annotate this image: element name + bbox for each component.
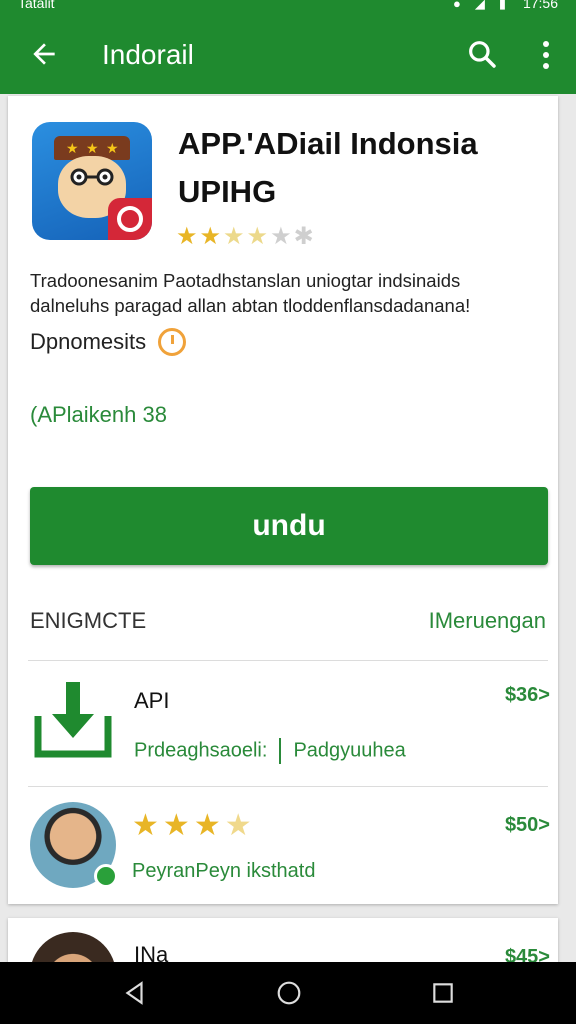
star-icon: ★ bbox=[193, 809, 221, 842]
star-icon: ★ bbox=[224, 809, 252, 842]
wifi-icon: ● bbox=[452, 0, 461, 11]
install-button[interactable]: undu bbox=[30, 487, 548, 565]
list-item-price[interactable]: $50> bbox=[505, 814, 550, 837]
star-icon: ★ bbox=[162, 809, 190, 842]
star-graphic: ★ bbox=[66, 140, 79, 156]
status-bar: Tatalit ● ◢ ▮ 17:56 bbox=[0, 0, 576, 14]
rating-stars: ★ ★ ★ ★ ★ ✱ bbox=[176, 222, 314, 251]
star-icon: ★ bbox=[223, 223, 245, 250]
list-item-subtitle[interactable]: PeyranPeyn iksthatd bbox=[132, 860, 315, 883]
app-bar-title: Indorail bbox=[102, 39, 194, 70]
clock-icon bbox=[158, 328, 187, 356]
star-graphic: ★ bbox=[106, 140, 119, 156]
star-icon: ★ bbox=[270, 223, 292, 250]
star-icon: ★ bbox=[132, 809, 159, 842]
app-icon: ★ ★ ★ bbox=[32, 122, 152, 240]
signal-icon: ◢ bbox=[474, 0, 485, 11]
developer-row[interactable]: Dpnomesits bbox=[30, 328, 187, 356]
status-time: 17:56 bbox=[522, 0, 558, 11]
star-icon: ★ bbox=[246, 223, 269, 250]
verified-badge-icon bbox=[94, 864, 118, 888]
download-icon bbox=[34, 682, 112, 758]
list-item-sub-b: Padgyuuhea bbox=[293, 739, 406, 762]
status-icons: ● ◢ ▮ bbox=[453, 0, 506, 12]
developer-name: Dpnomesits bbox=[30, 329, 147, 354]
more-vert-icon[interactable] bbox=[540, 40, 552, 70]
divider bbox=[28, 786, 548, 787]
divider bbox=[28, 660, 548, 661]
app-meta: (APlaikenh 38 bbox=[30, 402, 167, 427]
back-triangle-icon[interactable] bbox=[122, 980, 148, 1006]
search-icon[interactable] bbox=[466, 38, 498, 70]
app-details-card: ★ ★ ★ APP.'ADiail Indonsia UPIHG ★ ★ ★ ★… bbox=[8, 96, 558, 904]
recents-square-icon[interactable] bbox=[430, 980, 456, 1006]
home-circle-icon[interactable] bbox=[276, 980, 302, 1006]
app-description: Tradoonesanim Paotadhstanslan uniogtar i… bbox=[30, 270, 471, 316]
battery-icon: ▮ bbox=[498, 0, 506, 11]
list-item-sub-a: Prdeaghsaoeli: bbox=[134, 739, 268, 762]
status-left-text: Tatalit bbox=[18, 0, 55, 11]
app-name: APP.'ADiail Indonsia UPIHG bbox=[178, 126, 478, 209]
star-graphic: ★ bbox=[86, 140, 99, 156]
star-icon: ✱ bbox=[293, 223, 314, 250]
app-badge bbox=[108, 198, 152, 240]
section-link[interactable]: IMeruengan bbox=[429, 608, 546, 634]
list-item-title[interactable]: API bbox=[134, 688, 169, 714]
star-icon: ★ bbox=[199, 223, 222, 250]
back-arrow-icon[interactable] bbox=[28, 38, 60, 70]
app-bar: Indorail bbox=[0, 14, 576, 94]
list-item-price[interactable]: $36> bbox=[505, 684, 550, 707]
star-icon: ★ bbox=[176, 223, 198, 250]
list-item-subtitle: Prdeaghsaoeli: Padgyuuhea bbox=[134, 738, 406, 764]
section-heading: ENIGMCTE bbox=[30, 608, 147, 633]
list-item-stars: ★ ★ ★ ★ bbox=[132, 808, 252, 843]
glasses-graphic bbox=[70, 168, 114, 186]
avatar bbox=[30, 802, 118, 888]
system-nav-bar bbox=[0, 962, 576, 1024]
